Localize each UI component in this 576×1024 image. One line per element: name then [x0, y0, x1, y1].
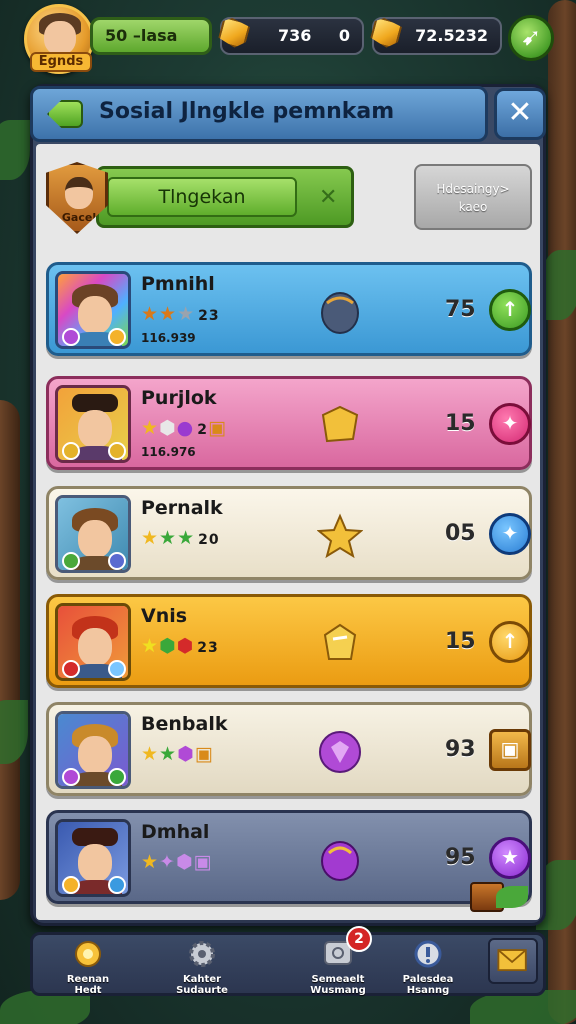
star-rating: ★✦⬢▣ [141, 851, 213, 873]
player-summary-bar: Tlngekan ✕ [96, 166, 354, 228]
close-button[interactable]: ✕ [494, 88, 546, 140]
purple-gem-badge-icon [319, 731, 361, 773]
player-value: 93 [445, 737, 476, 762]
nav-rewards[interactable]: Reenan Hedt [46, 934, 130, 998]
add-resources-button[interactable]: ➹ [508, 15, 554, 61]
player-badge: Egnds [30, 52, 92, 72]
swords-icon[interactable]: ✕ [319, 185, 337, 210]
leaf-decoration-icon [496, 886, 528, 908]
back-arrow-icon[interactable] [47, 100, 83, 128]
leaderboard-row[interactable]: Pernalk ★★★ 20 05 ✦ [46, 486, 532, 580]
upgrade-arrow-button[interactable]: ↑ [489, 289, 531, 331]
status-line-1: Hdesaingy> [436, 182, 510, 196]
leaderboard-row[interactable]: Purjlok ★⬢● 2▣ 116.976 15 ✦ [46, 376, 532, 470]
element-icon [108, 442, 126, 460]
panel-header: Sosial Jlngkle pemnkam [30, 86, 488, 142]
star-rating: ★★⬢▣ [141, 743, 214, 765]
player-portrait [55, 603, 131, 681]
nav-label: Semeaelt [311, 974, 365, 985]
resource-gold-value: 736 [278, 26, 312, 45]
nav-settings[interactable]: Kahter Sudaurte [160, 934, 244, 998]
player-portrait [55, 495, 131, 573]
nav-label: Hsanng [406, 985, 450, 996]
element-icon [62, 552, 80, 570]
sparkle-button[interactable]: ✦ [489, 513, 531, 555]
sun-gem-icon [75, 941, 101, 967]
treasure-chest-button[interactable]: ▣ [489, 729, 531, 771]
star-rating: ★★★ 20 [141, 527, 220, 549]
player-summary-name: Tlngekan [107, 177, 297, 217]
player-name: Vnis [141, 605, 188, 627]
top-bar: 50 –lasa Egnds 736 0 72.5232 ➹ [0, 0, 576, 78]
player-portrait [55, 385, 131, 463]
envelope-icon [497, 949, 527, 972]
element-icon [108, 768, 126, 786]
player-rank: 2 [197, 422, 208, 438]
player-name: Pmnihl [141, 273, 215, 295]
player-level-bar: 50 –lasa [90, 17, 212, 55]
player-status-button[interactable]: Hdesaingy> kaeo [414, 164, 532, 230]
avatar-face [44, 21, 76, 55]
element-icon [108, 660, 126, 678]
element-icon [108, 552, 126, 570]
star-button[interactable]: ★ [489, 837, 531, 879]
player-value: 05 [445, 521, 476, 546]
player-score: 116.939 [141, 331, 196, 345]
info-icon [414, 940, 442, 968]
element-icon [62, 876, 80, 894]
player-portrait [55, 271, 131, 349]
sparkle-button[interactable]: ✦ [489, 403, 531, 445]
leaderboard-row[interactable]: Dmhal ★✦⬢▣ 95 ★ [46, 810, 532, 904]
element-icon [108, 876, 126, 894]
panel-title: Sosial Jlngkle pemnkam [99, 99, 395, 124]
nav-label: Wusmang [310, 985, 366, 996]
leaderboard-row[interactable]: Pmnihl ★★★ 23 116.939 75 ↑ [46, 262, 532, 356]
nav-info[interactable]: Palesdea Hsanng [386, 934, 470, 998]
star-rating: ★⬢● 2▣ [141, 417, 227, 439]
helmet-badge-icon [321, 292, 359, 334]
element-icon [62, 442, 80, 460]
mail-button[interactable] [488, 938, 538, 984]
gold-star-badge-icon [317, 513, 363, 559]
leaderboard-row[interactable]: Benbalk ★★⬢▣ 93 ▣ [46, 702, 532, 796]
resource-gems-value: 72.5232 [415, 26, 488, 45]
notification-badge: 2 [346, 926, 372, 952]
element-icon [62, 660, 80, 678]
tree-trunk-left [0, 400, 20, 900]
nav-label: Reenan [66, 974, 110, 985]
element-icon [62, 768, 80, 786]
element-icon [62, 328, 80, 346]
player-portrait [55, 819, 131, 897]
player-name: Pernalk [141, 497, 223, 519]
nav-label: Hedt [74, 985, 102, 996]
player-name: Purjlok [141, 387, 217, 409]
player-value: 75 [445, 297, 476, 322]
nav-label: Kahter [182, 974, 222, 985]
status-line-2: kaeo [458, 200, 488, 214]
star-rating: ★★★ 23 [141, 303, 220, 325]
purple-amulet-badge-icon [321, 841, 359, 881]
nav-label: Palesdea [402, 974, 454, 985]
player-value: 15 [445, 411, 476, 436]
upgrade-arrow-button[interactable]: ↑ [489, 621, 531, 663]
jungle-leaf [0, 700, 28, 764]
player-rank: 23 [198, 308, 220, 324]
player-score: 116.976 [141, 445, 196, 459]
player-value: 15 [445, 629, 476, 654]
player-name: Benbalk [141, 713, 228, 735]
nav-label: Sudaurte [176, 985, 228, 996]
jungle-leaf [0, 120, 30, 180]
gear-icon [189, 941, 215, 967]
star-rating: ★⬢⬢ 23 [141, 635, 219, 657]
player-rank: 20 [198, 532, 220, 548]
player-value: 95 [445, 845, 476, 870]
resource-gold-secondary: 0 [338, 26, 350, 45]
gold-crest-badge-icon [321, 405, 359, 443]
leaderboard-row[interactable]: Vnis ★⬢⬢ 23 15 ↑ [46, 594, 532, 688]
player-portrait [55, 711, 131, 789]
player-name: Dmhal [141, 821, 210, 843]
gold-crest-badge-icon [323, 623, 357, 660]
player-rank: 23 [197, 640, 219, 656]
element-icon [108, 328, 126, 346]
